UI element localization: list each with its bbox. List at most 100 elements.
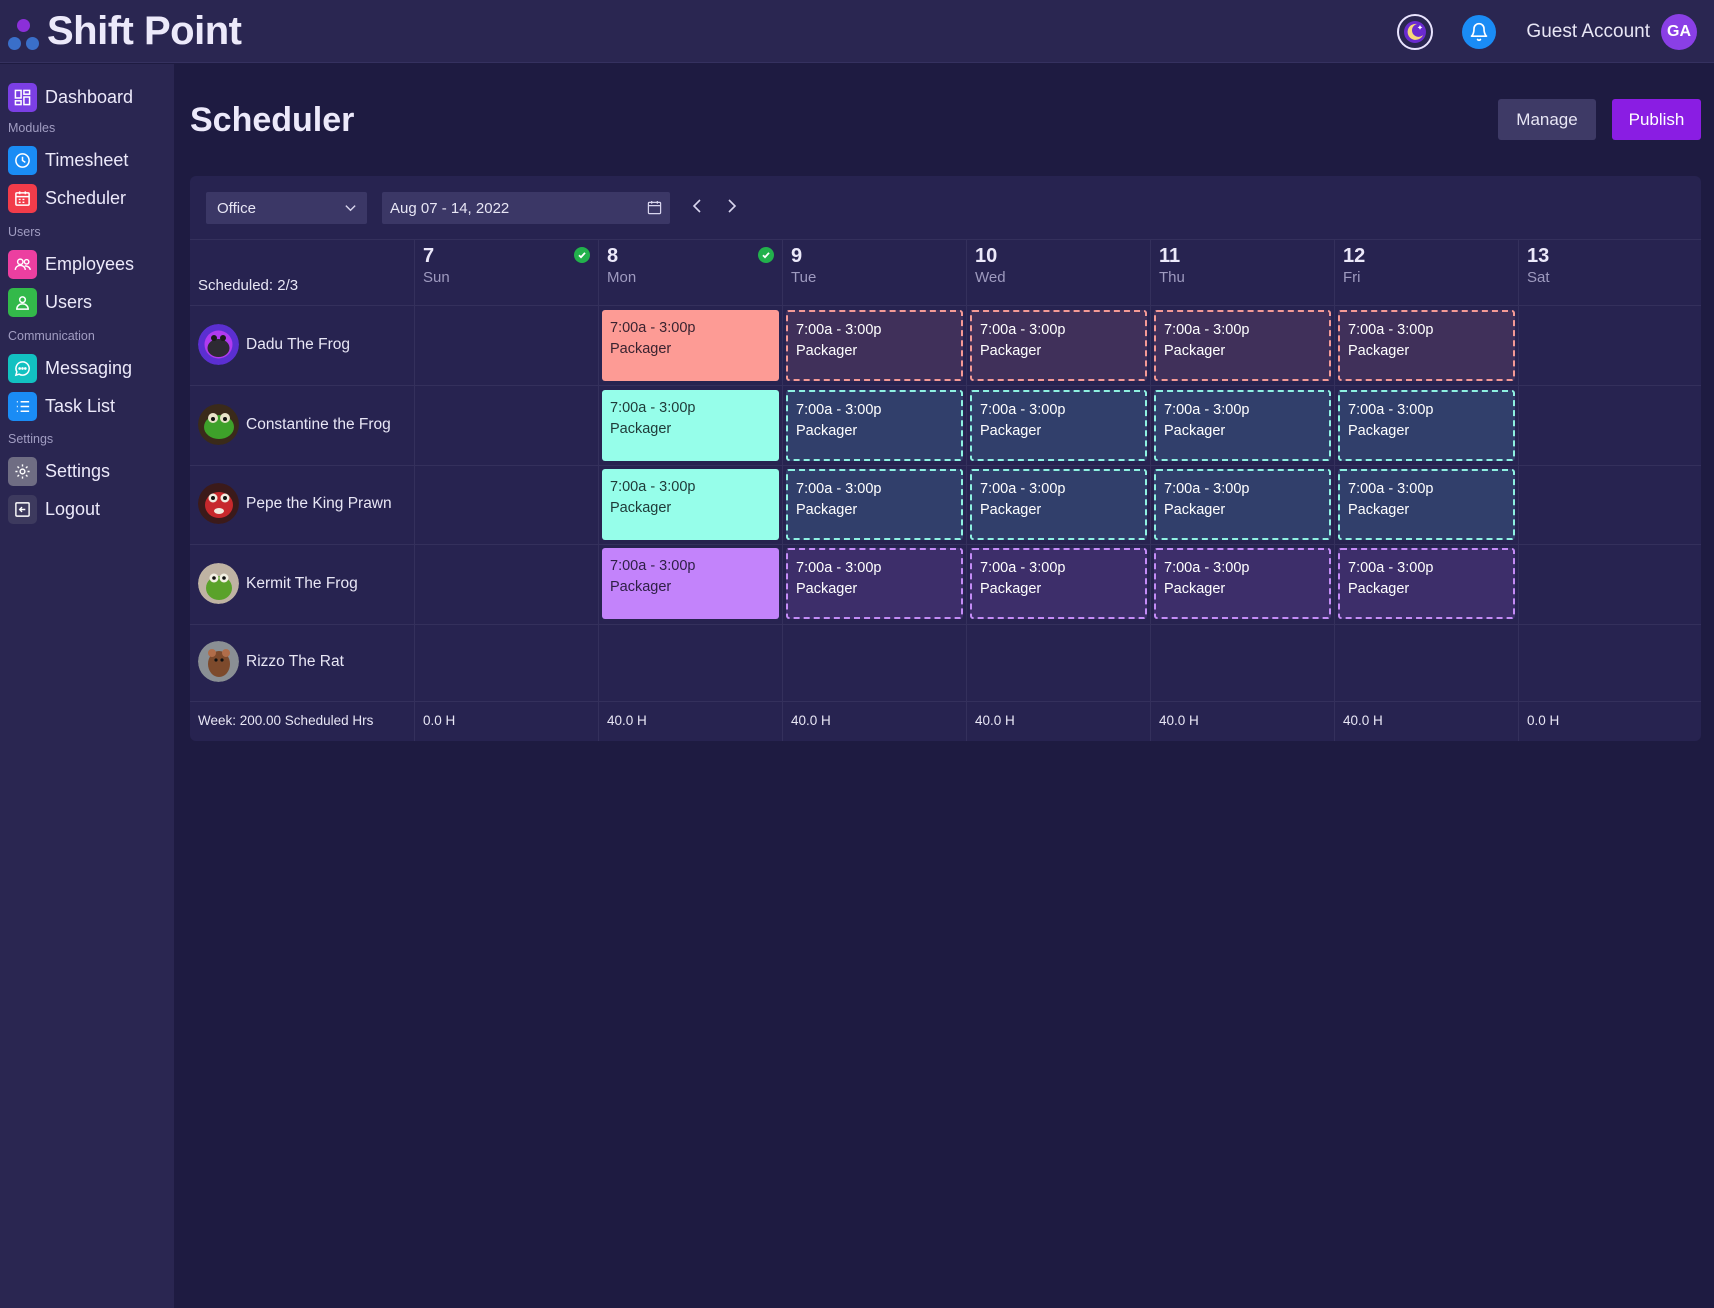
shift-role: Packager	[1348, 343, 1410, 359]
top-bar: Shift Point Guest Account GA	[0, 0, 1714, 63]
shift-card[interactable]: 7:00a - 3:00p Packager	[602, 548, 779, 619]
app-logo[interactable]: Shift Point	[7, 8, 242, 54]
shift-card-unpublished[interactable]: 7:00a - 3:00p Packager	[786, 310, 963, 381]
sidebar-item-employees[interactable]: Employees	[8, 249, 134, 279]
sidebar-item-label: Messaging	[45, 357, 133, 378]
sidebar-item-dashboard[interactable]: Dashboard	[8, 82, 133, 112]
shift-time: 7:00a - 3:00p	[796, 481, 882, 497]
shift-card-unpublished[interactable]: 7:00a - 3:00p Packager	[1154, 469, 1331, 540]
logo-icon	[7, 13, 41, 50]
shift-time: 7:00a - 3:00p	[796, 560, 882, 576]
shift-card-unpublished[interactable]: 7:00a - 3:00p Packager	[1338, 548, 1515, 619]
sidebar-item-scheduler[interactable]: Scheduler	[8, 183, 126, 213]
avatar	[198, 404, 239, 445]
employee-name: Pepe the King Prawn	[246, 494, 392, 512]
shift-role: Packager	[1164, 581, 1226, 597]
shift-role: Packager	[796, 502, 858, 518]
manage-button[interactable]: Manage	[1498, 99, 1596, 140]
day-name: Wed	[975, 269, 1006, 286]
shift-card-unpublished[interactable]: 7:00a - 3:00p Packager	[1154, 390, 1331, 461]
sidebar-item-label: Task List	[45, 395, 116, 416]
sidebar-item-label: Users	[45, 291, 93, 312]
shift-card-unpublished[interactable]: 7:00a - 3:00p Packager	[1154, 310, 1331, 381]
grid-line	[598, 240, 599, 741]
scheduler-panel: Office Aug 07 - 14, 2022 7 Sun 8 Mon 9 T…	[190, 176, 1701, 741]
account-name[interactable]: Guest Account	[1526, 21, 1650, 43]
shift-card-unpublished[interactable]: 7:00a - 3:00p Packager	[786, 548, 963, 619]
employee-name: Rizzo The Rat	[246, 652, 344, 670]
shift-card-unpublished[interactable]: 7:00a - 3:00p Packager	[786, 469, 963, 540]
day-name: Sun	[423, 269, 450, 286]
previous-week-button[interactable]	[687, 193, 707, 219]
day-header-fri: 12 Fri	[1343, 245, 1365, 286]
shift-card-unpublished[interactable]: 7:00a - 3:00p Packager	[970, 469, 1147, 540]
shift-role: Packager	[610, 500, 672, 516]
day-number: 13	[1527, 245, 1550, 267]
account-avatar[interactable]: GA	[1661, 13, 1697, 50]
app-name: Shift Point	[47, 8, 242, 53]
day-number: 9	[791, 245, 803, 267]
day-name: Mon	[607, 269, 637, 286]
shift-time: 7:00a - 3:00p	[796, 402, 882, 418]
employee-row-label[interactable]: Constantine the Frog	[198, 404, 391, 445]
shift-card-unpublished[interactable]: 7:00a - 3:00p Packager	[970, 390, 1147, 461]
shift-time: 7:00a - 3:00p	[1164, 402, 1250, 418]
sidebar-item-task-list[interactable]: Task List	[8, 391, 115, 421]
shift-time: 7:00a - 3:00p	[1164, 322, 1250, 338]
day-total: 0.0 H	[423, 713, 456, 728]
shift-card-unpublished[interactable]: 7:00a - 3:00p Packager	[1338, 310, 1515, 381]
theme-toggle-button[interactable]	[1397, 13, 1434, 50]
next-week-button[interactable]	[722, 193, 742, 219]
grid-line	[190, 305, 1701, 306]
day-number: 7	[423, 245, 435, 267]
day-number: 8	[607, 245, 619, 267]
day-header-sun: 7 Sun	[423, 245, 450, 286]
shift-time: 7:00a - 3:00p	[610, 558, 696, 574]
shift-role: Packager	[1348, 423, 1410, 439]
shift-card-unpublished[interactable]: 7:00a - 3:00p Packager	[970, 548, 1147, 619]
shift-card-unpublished[interactable]: 7:00a - 3:00p Packager	[1154, 548, 1331, 619]
day-total: 40.0 H	[791, 713, 831, 728]
bell-icon	[1471, 22, 1488, 41]
day-total: 40.0 H	[1343, 713, 1383, 728]
shift-card-unpublished[interactable]: 7:00a - 3:00p Packager	[786, 390, 963, 461]
employee-row-label[interactable]: Kermit The Frog	[198, 563, 358, 604]
sidebar-item-timesheet[interactable]: Timesheet	[8, 145, 128, 175]
sidebar-item-label: Logout	[45, 498, 101, 519]
sidebar-item-logout[interactable]: Logout	[8, 494, 100, 524]
location-select[interactable]: Office	[206, 192, 367, 224]
location-select-value: Office	[217, 199, 256, 217]
sidebar-item-messaging[interactable]: Messaging	[8, 353, 132, 383]
shift-card-unpublished[interactable]: 7:00a - 3:00p Packager	[1338, 469, 1515, 540]
employee-row-label[interactable]: Pepe the King Prawn	[198, 483, 392, 524]
notifications-button[interactable]	[1462, 14, 1497, 49]
shift-card[interactable]: 7:00a - 3:00p Packager	[602, 310, 779, 381]
employee-row-label[interactable]: Dadu The Frog	[198, 324, 350, 365]
moon-icon	[1404, 20, 1427, 43]
shift-time: 7:00a - 3:00p	[1164, 560, 1250, 576]
shift-role: Packager	[980, 423, 1042, 439]
clock-icon	[8, 145, 37, 175]
grid-line	[190, 465, 1701, 466]
shift-card-unpublished[interactable]: 7:00a - 3:00p Packager	[1338, 390, 1515, 461]
shift-card[interactable]: 7:00a - 3:00p Packager	[602, 390, 779, 461]
employee-row-label[interactable]: Rizzo The Rat	[198, 641, 344, 682]
shift-card-unpublished[interactable]: 7:00a - 3:00p Packager	[970, 310, 1147, 381]
gear-icon	[8, 456, 37, 486]
shift-role: Packager	[980, 343, 1042, 359]
sidebar-item-settings[interactable]: Settings	[8, 456, 110, 486]
grid-line	[190, 701, 1701, 702]
shift-role: Packager	[796, 423, 858, 439]
logout-icon	[8, 494, 37, 524]
shift-role: Packager	[1164, 423, 1226, 439]
shift-time: 7:00a - 3:00p	[980, 322, 1066, 338]
shift-role: Packager	[610, 421, 672, 437]
calendar-icon	[647, 200, 662, 215]
day-name: Fri	[1343, 269, 1361, 286]
published-check-icon	[574, 247, 590, 263]
sidebar-item-users[interactable]: Users	[8, 287, 92, 317]
shift-card[interactable]: 7:00a - 3:00p Packager	[602, 469, 779, 540]
publish-button[interactable]: Publish	[1612, 99, 1701, 140]
chevron-left-icon	[692, 199, 701, 213]
date-range-picker[interactable]: Aug 07 - 14, 2022	[382, 192, 670, 224]
